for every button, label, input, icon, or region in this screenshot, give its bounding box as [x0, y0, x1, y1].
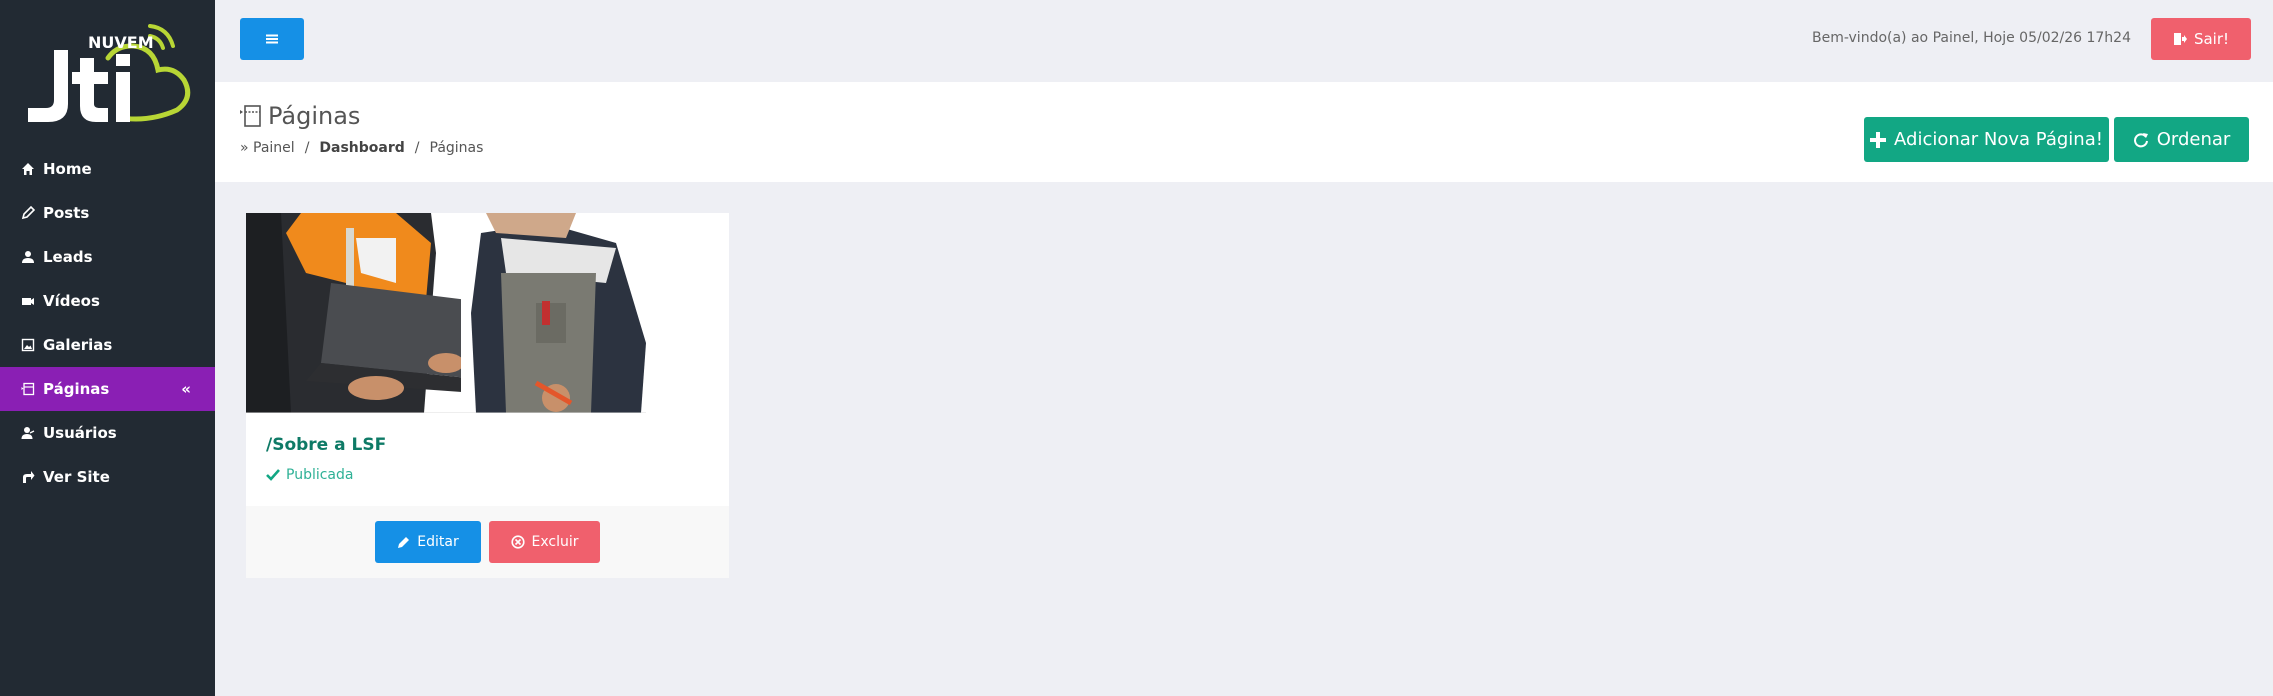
sidebar-item-usuarios[interactable]: Usuários [0, 411, 215, 455]
order-button[interactable]: Ordenar [2114, 117, 2249, 162]
hamburger-icon [266, 34, 278, 44]
breadcrumb-painel[interactable]: » Painel [240, 140, 295, 156]
share-icon [20, 469, 36, 485]
order-label: Ordenar [2156, 129, 2231, 150]
refresh-icon [2133, 132, 2148, 147]
svg-text:NUVEM: NUVEM [88, 33, 154, 52]
card-body: /Sobre a LSF Publicada [246, 413, 729, 506]
circle-x-icon [510, 535, 525, 549]
sidebar-item-posts[interactable]: Posts [0, 191, 215, 235]
user-icon [20, 249, 36, 265]
add-page-label: Adicionar Nova Página! [1894, 129, 2103, 150]
page-header: Páginas » Painel / Dashboard / Páginas A… [215, 82, 2273, 182]
breadcrumb-separator: / [304, 140, 310, 156]
sidebar-item-label: Posts [43, 204, 90, 222]
delete-label: Excluir [531, 534, 579, 550]
edit-label: Editar [417, 534, 459, 550]
delete-button[interactable]: Excluir [489, 521, 600, 563]
breadcrumb: » Painel / Dashboard / Páginas [240, 140, 483, 156]
menu-toggle-button[interactable] [240, 18, 304, 60]
sidebar-item-label: Vídeos [43, 292, 100, 310]
pen-icon [20, 205, 36, 221]
check-icon [266, 469, 280, 481]
collapse-chevron-icon[interactable]: « [181, 380, 191, 398]
workers-photo-image [246, 213, 646, 413]
image-icon [20, 337, 36, 353]
logout-button[interactable]: Sair! [2151, 18, 2251, 60]
home-icon [20, 161, 36, 177]
plus-icon [1870, 131, 1887, 148]
sidebar-item-label: Home [43, 160, 92, 178]
topbar: Bem-vindo(a) ao Painel, Hoje 05/02/26 17… [215, 0, 2273, 82]
sidebar-item-label: Páginas [43, 380, 110, 398]
sidebar-item-label: Usuários [43, 424, 117, 442]
edit-button[interactable]: Editar [375, 521, 481, 563]
sidebar-item-ver-site[interactable]: Ver Site [0, 455, 215, 499]
page-thumbnail[interactable] [246, 213, 646, 413]
sidebar: NUVEM Home Posts Leads Vídeos Galerias P… [0, 0, 215, 696]
welcome-text: Bem-vindo(a) ao Painel, Hoje 05/02/26 17… [1811, 30, 2131, 46]
sidebar-item-leads[interactable]: Leads [0, 235, 215, 279]
logo[interactable]: NUVEM [22, 18, 192, 128]
logout-label: Sair! [2193, 30, 2230, 48]
sidebar-item-label: Ver Site [43, 468, 110, 486]
page-title-text: Páginas [268, 102, 361, 130]
jti-logo-icon: NUVEM [28, 24, 191, 122]
page-icon [20, 381, 36, 397]
sidebar-nav: Home Posts Leads Vídeos Galerias Páginas… [0, 147, 215, 499]
page-title: Páginas [240, 102, 360, 130]
status-badge: Publicada [266, 467, 353, 483]
sidebar-item-videos[interactable]: Vídeos [0, 279, 215, 323]
sidebar-item-label: Galerias [43, 336, 113, 354]
sidebar-item-home[interactable]: Home [0, 147, 215, 191]
page-icon [240, 105, 261, 127]
sidebar-item-paginas[interactable]: Páginas « [0, 367, 215, 411]
breadcrumb-dashboard[interactable]: Dashboard [319, 140, 404, 156]
pencil-icon [398, 536, 410, 548]
page-card: /Sobre a LSF Publicada Editar Excluir [246, 213, 729, 578]
page-slug-title[interactable]: /Sobre a LSF [266, 435, 386, 455]
status-label: Publicada [286, 467, 354, 483]
video-icon [20, 293, 36, 309]
breadcrumb-separator: / [414, 140, 420, 156]
users-icon [20, 425, 36, 441]
sign-out-icon [2173, 33, 2187, 45]
add-page-button[interactable]: Adicionar Nova Página! [1864, 117, 2109, 162]
card-footer: Editar Excluir [246, 506, 729, 578]
sidebar-item-galerias[interactable]: Galerias [0, 323, 215, 367]
sidebar-item-label: Leads [43, 248, 93, 266]
breadcrumb-current: Páginas [429, 140, 484, 156]
